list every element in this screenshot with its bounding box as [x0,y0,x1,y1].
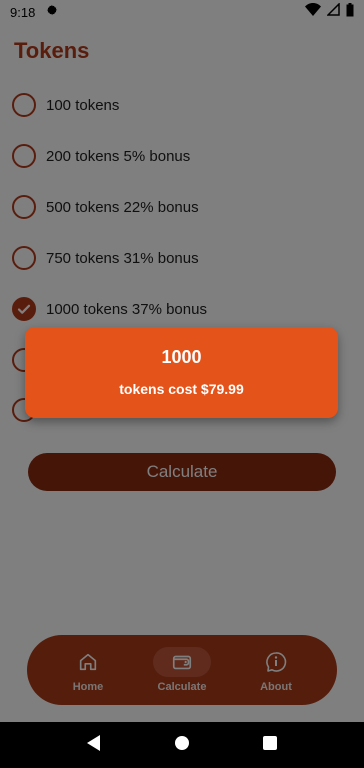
back-icon[interactable] [86,734,101,756]
app-screen: 9:18 Tokens 100 tokens 200 tokens 5% bon… [0,0,364,768]
result-token-count: 1000 [161,347,202,367]
system-navigation-bar [0,722,364,768]
home-circle-icon[interactable] [174,735,190,756]
recents-square-icon[interactable] [263,735,278,755]
result-cost-text: tokens cost $79.99 [119,381,244,397]
result-toast: 1000 tokens cost $79.99 [25,327,338,418]
